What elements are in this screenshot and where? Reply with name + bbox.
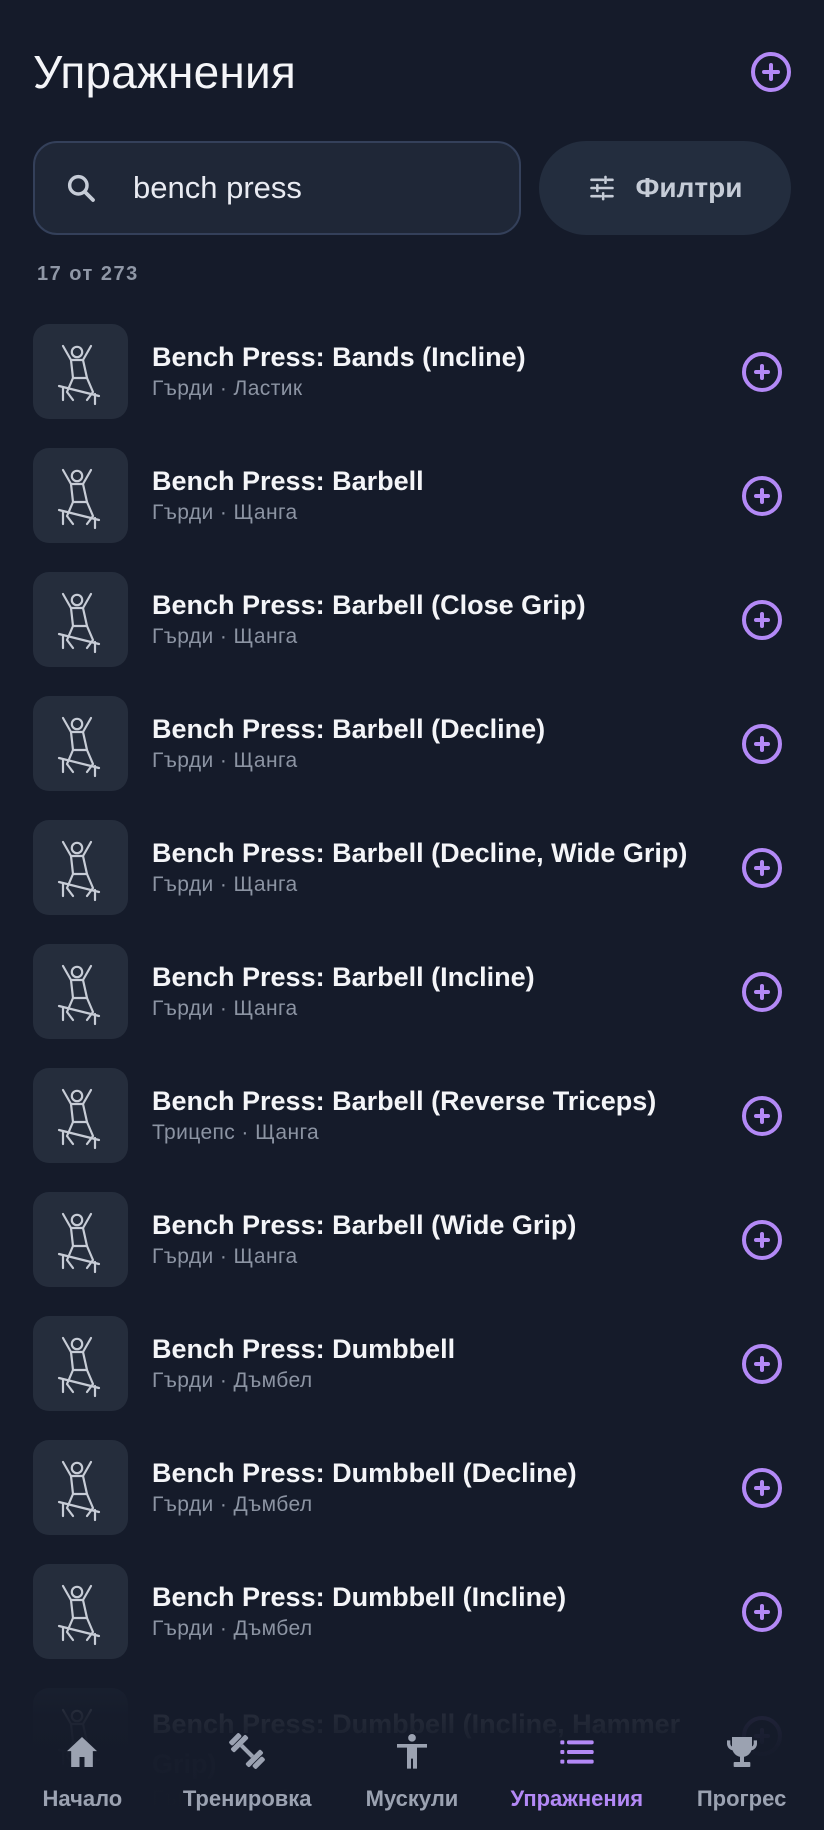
nav-label: Упражнения xyxy=(510,1786,644,1811)
exercise-illustration xyxy=(33,944,128,1039)
filter-button[interactable]: Филтри xyxy=(539,141,791,235)
exercise-text: Bench Press: Barbell (Wide Grip) Гърди · … xyxy=(152,1208,731,1269)
exercise-name: Bench Press: Barbell (Incline) xyxy=(152,962,535,992)
exercise-row[interactable]: Bench Press: Barbell (Close Grip) Гърди ·… xyxy=(33,572,791,696)
exercise-meta: Гърди · Щанга xyxy=(152,873,298,896)
exercise-row[interactable]: Bench Press: Barbell (Decline) Гърди · Ща… xyxy=(33,696,791,820)
exercise-text: Bench Press: Barbell (Close Grip) Гърди ·… xyxy=(152,588,731,649)
trophy-icon xyxy=(722,1732,762,1772)
add-exercise-icon[interactable] xyxy=(742,352,782,392)
exercise-text: Bench Press: Dumbbell (Incline) Гърди · Д… xyxy=(152,1580,731,1641)
add-exercise-icon[interactable] xyxy=(742,1468,782,1508)
nav-item-home[interactable]: Начало xyxy=(0,1732,164,1812)
search-icon xyxy=(65,172,97,204)
exercise-meta: Гърди · Щанга xyxy=(152,997,298,1020)
exercise-name: Bench Press: Dumbbell (Incline) xyxy=(152,1582,567,1612)
exercise-name: Bench Press: Barbell (Decline) xyxy=(152,714,546,744)
exercise-meta: Гърди · Щанга xyxy=(152,1245,298,1268)
exercise-illustration xyxy=(33,1440,128,1535)
exercise-text: Bench Press: Barbell (Incline) Гърди · Ща… xyxy=(152,960,731,1021)
exercise-meta: Гърди · Ластик xyxy=(152,377,303,400)
exercise-illustration xyxy=(33,1068,128,1163)
exercise-name: Bench Press: Barbell (Close Grip) xyxy=(152,590,586,620)
add-exercise-icon[interactable] xyxy=(742,600,782,640)
exercise-meta: Трицепс · Щанга xyxy=(152,1121,320,1144)
exercise-row[interactable]: Bench Press: Dumbbell Гърди · Дъмбел xyxy=(33,1316,791,1440)
add-exercise-icon[interactable] xyxy=(742,1096,782,1136)
add-exercise-icon[interactable] xyxy=(742,972,782,1012)
list-icon xyxy=(556,1732,598,1772)
exercise-name: Bench Press: Barbell (Reverse Triceps) xyxy=(152,1086,657,1116)
exercise-text: Bench Press: Barbell Гърди · Щанга xyxy=(152,464,731,525)
exercise-illustration xyxy=(33,1316,128,1411)
exercise-name: Bench Press: Dumbbell xyxy=(152,1334,456,1364)
exercise-name: Bench Press: Barbell (Wide Grip) xyxy=(152,1210,577,1240)
exercise-text: Bench Press: Barbell (Decline, Wide Grip… xyxy=(152,836,731,897)
add-exercise-icon[interactable] xyxy=(742,1220,782,1260)
add-exercise-icon[interactable] xyxy=(742,848,782,888)
exercise-text: Bench Press: Dumbbell (Decline) Гърди · Д… xyxy=(152,1456,731,1517)
exercise-meta: Гърди · Дъмбел xyxy=(152,1617,313,1640)
exercise-illustration xyxy=(33,448,128,543)
exercise-illustration xyxy=(33,1192,128,1287)
search-input[interactable] xyxy=(133,170,532,206)
exercise-text: Bench Press: Barbell (Reverse Triceps) Тр… xyxy=(152,1084,731,1145)
plus-circle-icon[interactable] xyxy=(751,52,791,92)
add-exercise-icon[interactable] xyxy=(742,1344,782,1384)
exercise-text: Bench Press: Dumbbell Гърди · Дъмбел xyxy=(152,1332,731,1393)
header: Упражнения xyxy=(33,40,791,104)
exercise-name: Bench Press: Barbell (Decline, Wide Grip… xyxy=(152,838,688,868)
exercise-row[interactable]: Bench Press: Dumbbell (Decline) Гърди · Д… xyxy=(33,1440,791,1564)
exercise-name: Bench Press: Bands (Incline) xyxy=(152,342,526,372)
exercise-illustration xyxy=(33,572,128,667)
exercise-illustration xyxy=(33,820,128,915)
exercise-illustration xyxy=(33,324,128,419)
exercise-meta: Гърди · Щанга xyxy=(152,625,298,648)
nav-item-muscles[interactable]: Мускули xyxy=(330,1732,494,1812)
exercise-text: Bench Press: Barbell (Decline) Гърди · Ща… xyxy=(152,712,731,773)
exercise-meta: Гърди · Щанга xyxy=(152,749,298,772)
exercise-meta: Гърди · Щанга xyxy=(152,501,298,524)
exercise-row[interactable]: Bench Press: Barbell (Wide Grip) Гърди · … xyxy=(33,1192,791,1316)
sliders-icon xyxy=(588,174,616,202)
dumbbell-icon xyxy=(226,1730,268,1772)
exercise-name: Bench Press: Dumbbell (Decline) xyxy=(152,1458,577,1488)
exercise-text: Bench Press: Bands (Incline) Гърди · Ласт… xyxy=(152,340,731,401)
exercise-name: Bench Press: Barbell xyxy=(152,466,424,496)
search-box[interactable] xyxy=(33,141,590,235)
body-icon xyxy=(392,1732,432,1772)
exercise-row[interactable]: Bench Press: Barbell (Incline) Гърди · Ща… xyxy=(33,944,791,1068)
nav-label: Тренировка xyxy=(182,1786,312,1811)
add-exercise-icon[interactable] xyxy=(742,476,782,516)
add-exercise-icon[interactable] xyxy=(742,1592,782,1632)
page-title: Упражнения xyxy=(33,46,296,98)
results-count: 17 от 273 xyxy=(37,263,139,285)
nav-label: Начало xyxy=(42,1786,123,1811)
add-exercise-icon[interactable] xyxy=(742,724,782,764)
search-row: Филтри xyxy=(33,141,791,235)
nav-label: Прогрес xyxy=(696,1786,787,1811)
exercise-row[interactable]: Bench Press: Barbell Гърди · Щанга xyxy=(33,448,791,572)
exercise-list: Bench Press: Bands (Incline) Гърди · Ласт… xyxy=(33,324,791,1812)
nav-item-exercises[interactable]: Упражнения xyxy=(495,1732,659,1812)
nav-item-progress[interactable]: Прогрес xyxy=(660,1732,824,1812)
nav-label: Мускули xyxy=(365,1786,459,1811)
exercise-row[interactable]: Bench Press: Barbell (Reverse Triceps) Тр… xyxy=(33,1068,791,1192)
exercise-meta: Гърди · Дъмбел xyxy=(152,1493,313,1516)
exercise-row[interactable]: Bench Press: Dumbbell (Incline) Гърди · Д… xyxy=(33,1564,791,1688)
filter-label: Филтри xyxy=(635,172,743,203)
home-icon xyxy=(62,1732,102,1772)
exercise-illustration xyxy=(33,696,128,791)
nav-item-workout[interactable]: Тренировка xyxy=(165,1730,329,1812)
exercise-illustration xyxy=(33,1564,128,1659)
bottom-nav: Начало Тренировка Мускули Упражнения Про… xyxy=(0,1682,824,1830)
exercise-row[interactable]: Bench Press: Bands (Incline) Гърди · Ласт… xyxy=(33,324,791,448)
exercise-row[interactable]: Bench Press: Barbell (Decline, Wide Grip… xyxy=(33,820,791,944)
exercise-meta: Гърди · Дъмбел xyxy=(152,1369,313,1392)
